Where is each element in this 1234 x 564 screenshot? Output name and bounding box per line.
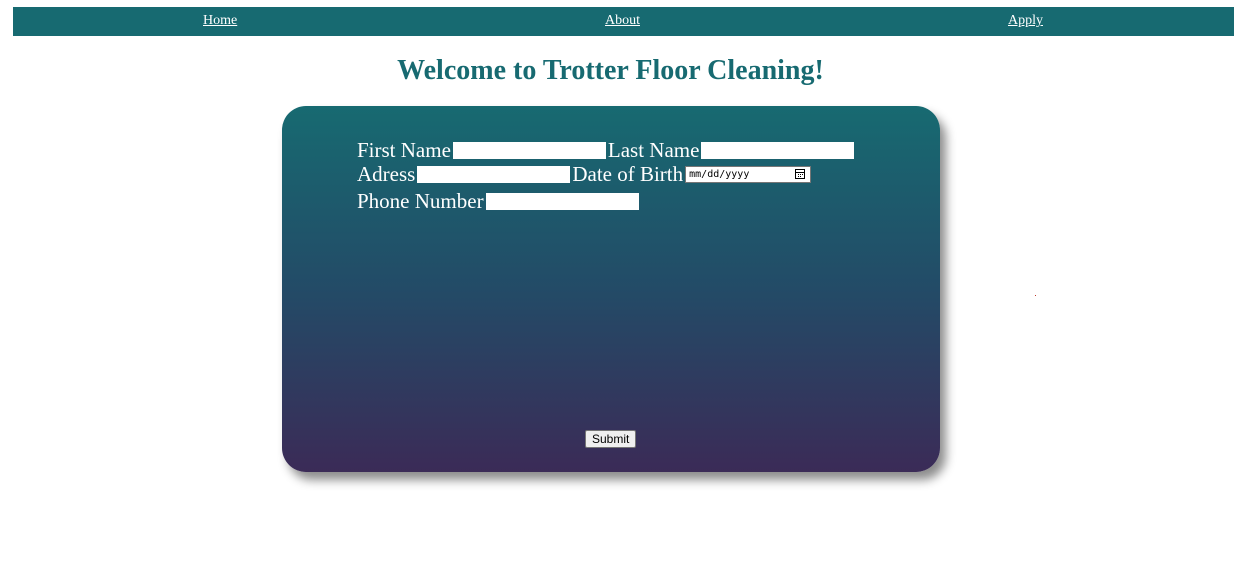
stray-dot <box>1035 295 1036 296</box>
phone-field[interactable] <box>485 192 639 210</box>
form-row-phone: Phone Number <box>357 189 641 213</box>
dob-label: Date of Birth <box>572 162 684 186</box>
form-row-names: First Name Last Name <box>357 138 856 162</box>
phone-label: Phone Number <box>357 189 484 213</box>
top-navbar: Home About Apply <box>13 7 1234 36</box>
form-row-address-dob: Adress Date of Birth mm/dd/yyyy <box>357 162 812 186</box>
nav-about-link[interactable]: About <box>605 13 640 29</box>
dob-date-field[interactable]: mm/dd/yyyy <box>685 165 812 183</box>
calendar-icon[interactable] <box>795 168 806 179</box>
nav-apply-link[interactable]: Apply <box>1008 13 1043 29</box>
address-label: Adress <box>357 162 416 186</box>
first-name-label: First Name <box>357 138 451 162</box>
submit-button[interactable]: Submit <box>585 430 637 448</box>
address-field[interactable] <box>417 165 571 183</box>
first-name-field[interactable] <box>452 141 606 159</box>
page-title: Welcome to Trotter Floor Cleaning! <box>397 55 824 86</box>
dob-placeholder: mm/dd/yyyy <box>689 168 750 180</box>
nav-home-link[interactable]: Home <box>203 13 237 29</box>
last-name-label: Last Name <box>607 138 700 162</box>
application-form: First Name Last Name Adress Date of Birt… <box>282 106 940 472</box>
last-name-field[interactable] <box>701 141 855 159</box>
